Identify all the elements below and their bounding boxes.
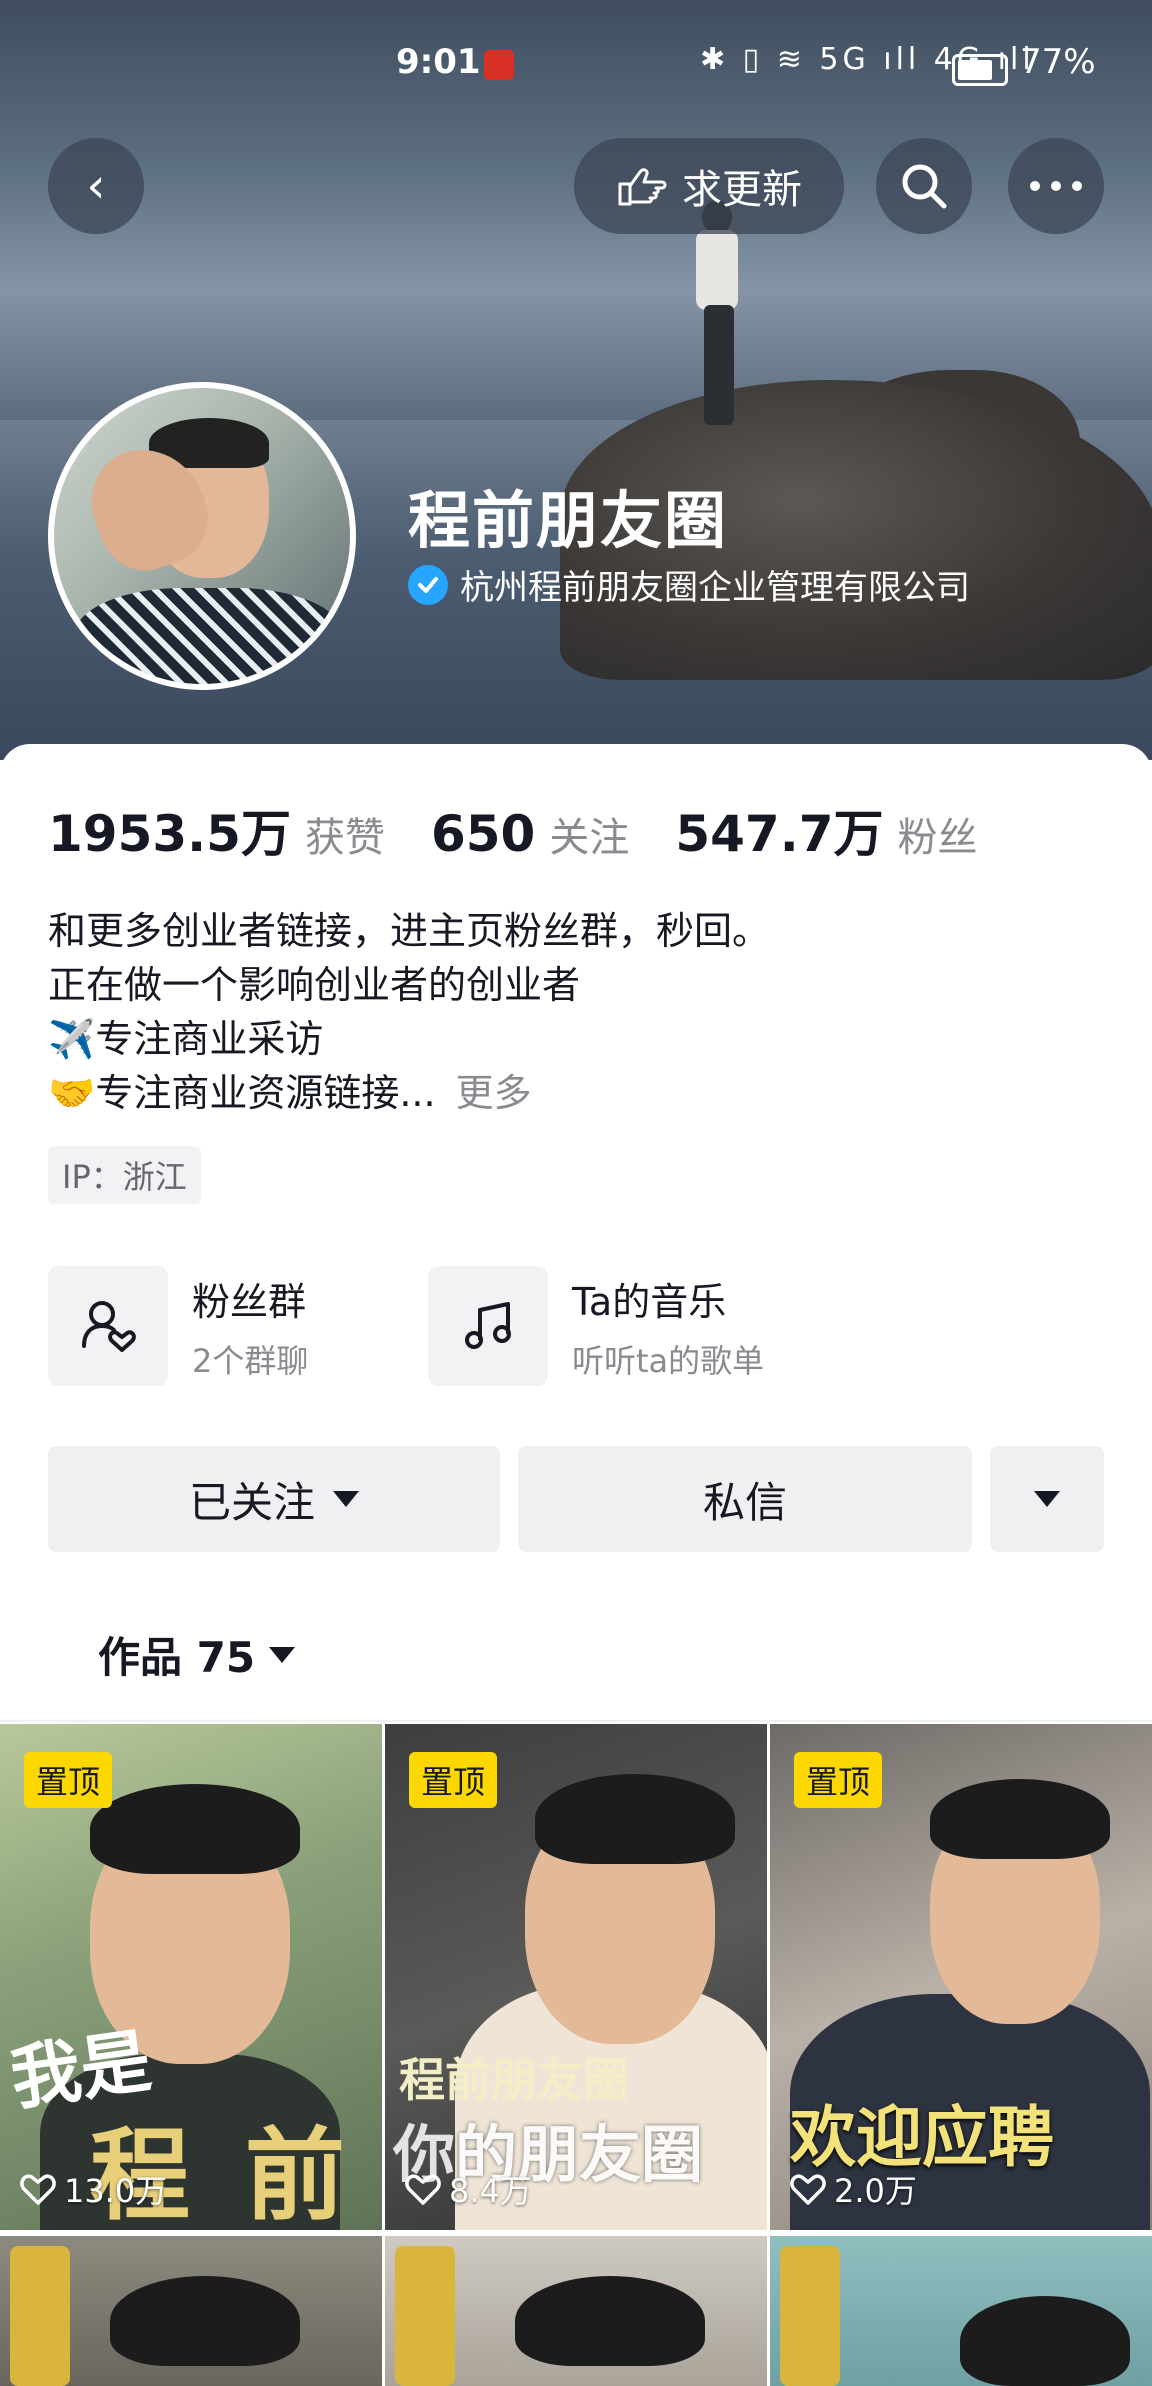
following-label: 已关注 — [188, 1477, 315, 1527]
heart-icon — [405, 2174, 441, 2205]
notification-badge-icon — [484, 50, 514, 80]
search-icon — [902, 164, 947, 209]
video-tile[interactable] — [0, 2236, 382, 2386]
avatar[interactable] — [48, 382, 356, 690]
like-count-value: 2.0万 — [834, 2172, 917, 2210]
search-button[interactable] — [876, 138, 972, 234]
fans-group-title: 粉丝群 — [192, 1279, 307, 1324]
music-entry[interactable]: Ta的音乐 听听ta的歌单 — [428, 1266, 764, 1386]
like-count: 2.0万 — [790, 2166, 917, 2212]
video-caption: 程前朋友圈 — [399, 2053, 629, 2107]
caret-down-icon — [333, 1491, 359, 1507]
likes-label: 获赞 — [304, 815, 385, 861]
following-label[interactable]: 关注 — [549, 805, 629, 863]
fans-group-entry[interactable]: 粉丝群 2个群聊 — [48, 1266, 308, 1386]
gold-badge-icon — [780, 2246, 840, 2386]
battery-percent: 77% — [1020, 42, 1096, 82]
pinned-badge: 置顶 — [409, 1752, 498, 1808]
like-count-value: 8.4万 — [449, 2172, 532, 2210]
more-dots-icon — [1030, 181, 1082, 191]
verification-text: 杭州程前朋友圈企业管理有限公司 — [460, 568, 970, 608]
verification-row: 杭州程前朋友圈企业管理有限公司 — [408, 560, 970, 609]
fans-label[interactable]: 粉丝 — [897, 805, 977, 863]
video-tile[interactable] — [385, 2236, 767, 2386]
cover-person — [690, 200, 760, 430]
request-update-label: 求更新 — [682, 167, 802, 213]
profile-name: 程前朋友圈 — [408, 484, 729, 557]
verified-check-icon — [408, 564, 448, 605]
heart-icon — [790, 2174, 826, 2205]
profile-panel: 1953.5万 获赞 650 关注 547.7万 粉丝 和更多创业者链接，进主页… — [0, 744, 1152, 2386]
bio-line-text: 🤝专注商业资源链接... — [48, 1071, 436, 1115]
music-note-icon — [428, 1266, 548, 1386]
pinned-badge: 置顶 — [794, 1752, 883, 1808]
message-button[interactable]: 私信 — [518, 1446, 972, 1552]
like-count: 13.0万 — [20, 2166, 167, 2212]
stats-row: 1953.5万 获赞 650 关注 547.7万 粉丝 — [48, 794, 1023, 866]
more-button[interactable] — [1008, 138, 1104, 234]
like-count-value: 13.0万 — [64, 2172, 168, 2210]
back-button[interactable]: ‹ — [48, 138, 144, 234]
gold-badge-icon — [395, 2246, 455, 2386]
caret-down-icon — [1034, 1491, 1060, 1507]
following-count[interactable]: 650 — [431, 805, 535, 863]
battery-icon — [952, 54, 1008, 86]
following-button[interactable]: 已关注 — [48, 1446, 500, 1552]
status-time: 9:01 — [396, 42, 481, 82]
works-tab-label: 作品 75 — [98, 1633, 256, 1682]
bio-line: 和更多创业者链接，进主页粉丝群，秒回。 — [48, 909, 771, 953]
hand-point-icon — [618, 168, 667, 206]
like-count: 8.4万 — [405, 2166, 532, 2212]
video-tile[interactable]: 置顶 欢迎应聘 2.0万 — [770, 1724, 1152, 2230]
fans-group-subtitle: 2个群聊 — [192, 1341, 309, 1380]
video-tile[interactable] — [770, 2236, 1152, 2386]
bio-line-last: 🤝专注商业资源链接... 更多 — [48, 1066, 1098, 1120]
ip-location-tag: IP：浙江 — [48, 1146, 201, 1204]
likes-count: 1953.5万 — [48, 805, 291, 863]
back-icon: ‹ — [86, 158, 106, 214]
heart-icon — [20, 2174, 56, 2205]
bio-more-link[interactable]: 更多 — [456, 1071, 532, 1115]
music-subtitle: 听听ta的歌单 — [572, 1341, 765, 1380]
message-label: 私信 — [702, 1477, 787, 1527]
video-tile[interactable]: 置顶 我是 程 前 13.0万 — [0, 1724, 382, 2230]
group-heart-icon — [48, 1266, 168, 1386]
bio: 和更多创业者链接，进主页粉丝群，秒回。 正在做一个影响创业者的创业者 ✈️专注商… — [48, 904, 1098, 1120]
tab-works[interactable]: 作品 75 — [98, 1624, 296, 1685]
video-tile[interactable]: 置顶 程前朋友圈 你的朋友圈 8.4万 — [385, 1724, 767, 2230]
fans-count[interactable]: 547.7万 — [675, 794, 883, 866]
bio-line: ✈️专注商业采访 — [48, 1017, 324, 1061]
bio-line: 正在做一个影响创业者的创业者 — [48, 963, 581, 1007]
caret-down-icon — [269, 1646, 296, 1663]
music-title: Ta的音乐 — [572, 1279, 727, 1324]
pinned-badge: 置顶 — [24, 1752, 113, 1808]
divider — [0, 1720, 1152, 1722]
request-update-button[interactable]: 求更新 — [574, 138, 844, 234]
gold-badge-icon — [10, 2246, 70, 2386]
recommend-dropdown-button[interactable] — [990, 1446, 1104, 1552]
